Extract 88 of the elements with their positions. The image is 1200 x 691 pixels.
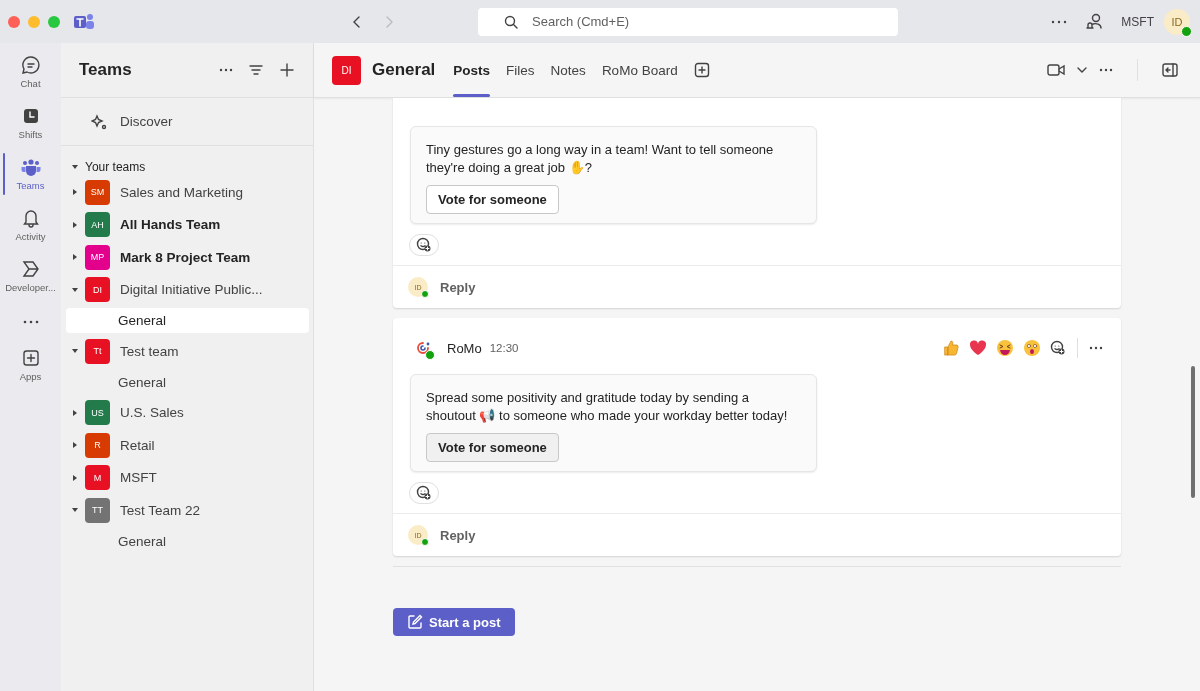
add-app-icon xyxy=(20,348,41,368)
channel-item[interactable]: General xyxy=(66,369,309,395)
team-item[interactable]: SM Sales and Marketing xyxy=(61,176,313,209)
team-item[interactable]: DI Digital Initiative Public... xyxy=(61,273,313,306)
tab[interactable]: Files xyxy=(506,43,535,97)
reply-button[interactable]: Reply xyxy=(440,279,476,295)
caret-right-icon xyxy=(71,473,79,482)
presence-icon xyxy=(421,538,429,546)
chat-icon xyxy=(20,55,41,75)
discover-link[interactable]: Discover xyxy=(61,98,313,146)
teams-logo-icon xyxy=(74,12,94,31)
person-bell-icon[interactable] xyxy=(1085,12,1104,31)
team-item[interactable]: M MSFT xyxy=(61,461,313,494)
reply-button[interactable]: Reply xyxy=(440,527,476,543)
rail-item[interactable]: Chat xyxy=(0,51,61,93)
channel-item[interactable]: General xyxy=(66,308,309,333)
filter-icon[interactable] xyxy=(248,63,264,77)
swirl-icon xyxy=(415,340,431,356)
tab[interactable]: RoMo Board xyxy=(601,43,678,97)
add-reaction-icon xyxy=(416,485,432,501)
chevron-down-icon[interactable] xyxy=(1077,67,1087,73)
team-item[interactable]: R Retail xyxy=(61,429,313,462)
team-avatar: DI xyxy=(85,277,110,303)
more-icon[interactable] xyxy=(1089,346,1103,350)
start-post-button[interactable]: Start a post xyxy=(393,608,515,636)
caret-down-icon xyxy=(71,163,79,171)
caret-right-icon xyxy=(71,408,79,417)
rail-item[interactable]: Activity xyxy=(0,204,61,246)
search-field[interactable]: Search (Cmd+E) xyxy=(478,7,898,36)
section-header[interactable]: Your teams xyxy=(71,160,313,174)
team-avatar: AH xyxy=(85,212,110,238)
heart-icon[interactable] xyxy=(969,339,987,357)
thumbs-up-icon[interactable] xyxy=(942,339,960,357)
rail-item[interactable]: Teams xyxy=(0,153,61,195)
add-reaction-icon[interactable] xyxy=(1050,340,1066,356)
compose-icon xyxy=(407,614,423,630)
team-avatar: TT xyxy=(85,497,110,523)
developer-icon xyxy=(20,259,41,279)
add-tab-icon[interactable] xyxy=(693,62,710,78)
more-icon[interactable] xyxy=(1051,19,1068,24)
rail-item[interactable]: Apps xyxy=(0,344,61,386)
org-name: MSFT xyxy=(1121,14,1154,29)
caret-right-icon xyxy=(71,220,79,229)
tab[interactable]: Notes xyxy=(550,43,586,97)
team-item[interactable]: MP Mark 8 Project Team xyxy=(61,241,313,274)
team-item[interactable]: TT Test Team 22 xyxy=(61,494,313,527)
surprised-face-icon[interactable] xyxy=(1023,339,1041,357)
team-avatar: US xyxy=(85,400,110,426)
video-camera-icon[interactable] xyxy=(1047,63,1065,77)
vote-button[interactable]: Vote for someone xyxy=(426,185,559,214)
team-avatar: R xyxy=(85,432,110,458)
channel-avatar: DI xyxy=(332,55,361,85)
presence-icon xyxy=(421,290,429,298)
sparkle-icon xyxy=(91,113,107,130)
tab[interactable]: Posts xyxy=(453,43,491,97)
add-reaction-icon xyxy=(416,237,432,253)
panel-icon[interactable] xyxy=(1162,63,1178,77)
channel-item[interactable]: General xyxy=(66,528,309,554)
rail-item[interactable]: Shifts xyxy=(0,102,61,144)
panel-title: Teams xyxy=(79,60,132,80)
vote-button[interactable]: Vote for someone xyxy=(426,433,559,462)
team-avatar: MP xyxy=(85,244,110,270)
team-item[interactable]: Tt Test team xyxy=(61,335,313,368)
user-avatar[interactable]: ID xyxy=(1164,8,1190,35)
more-icon[interactable] xyxy=(22,320,39,324)
people-icon xyxy=(20,157,41,177)
rail-item[interactable]: Developer... xyxy=(0,255,61,297)
caret-right-icon xyxy=(71,253,79,262)
caret-down-icon xyxy=(71,285,79,294)
team-avatar: Tt xyxy=(85,338,110,364)
author-name: RoMo xyxy=(447,340,482,356)
bell-icon xyxy=(20,208,41,228)
add-icon[interactable] xyxy=(279,62,295,78)
caret-right-icon xyxy=(71,441,79,450)
channel-title: General xyxy=(372,60,436,80)
team-avatar: M xyxy=(85,465,110,491)
presence-icon xyxy=(425,350,435,360)
timestamp: 12:30 xyxy=(489,342,519,354)
team-item[interactable]: AH All Hands Team xyxy=(61,208,313,241)
message-text: Tiny gestures go a long way in a team! Want to tell someone they're doing a great job ✋? xyxy=(426,141,775,177)
laughing-face-icon[interactable] xyxy=(996,339,1014,357)
scrollbar-thumb[interactable] xyxy=(1191,366,1195,498)
more-icon[interactable] xyxy=(1099,68,1113,72)
team-item[interactable]: US U.S. Sales xyxy=(61,396,313,429)
more-icon[interactable] xyxy=(219,68,233,72)
team-avatar: SM xyxy=(85,179,110,205)
caret-right-icon xyxy=(71,188,79,197)
message-text: Spread some positivity and gratitude today by sending a shoutout 📢 to someone who made your workday better today! xyxy=(426,389,789,425)
